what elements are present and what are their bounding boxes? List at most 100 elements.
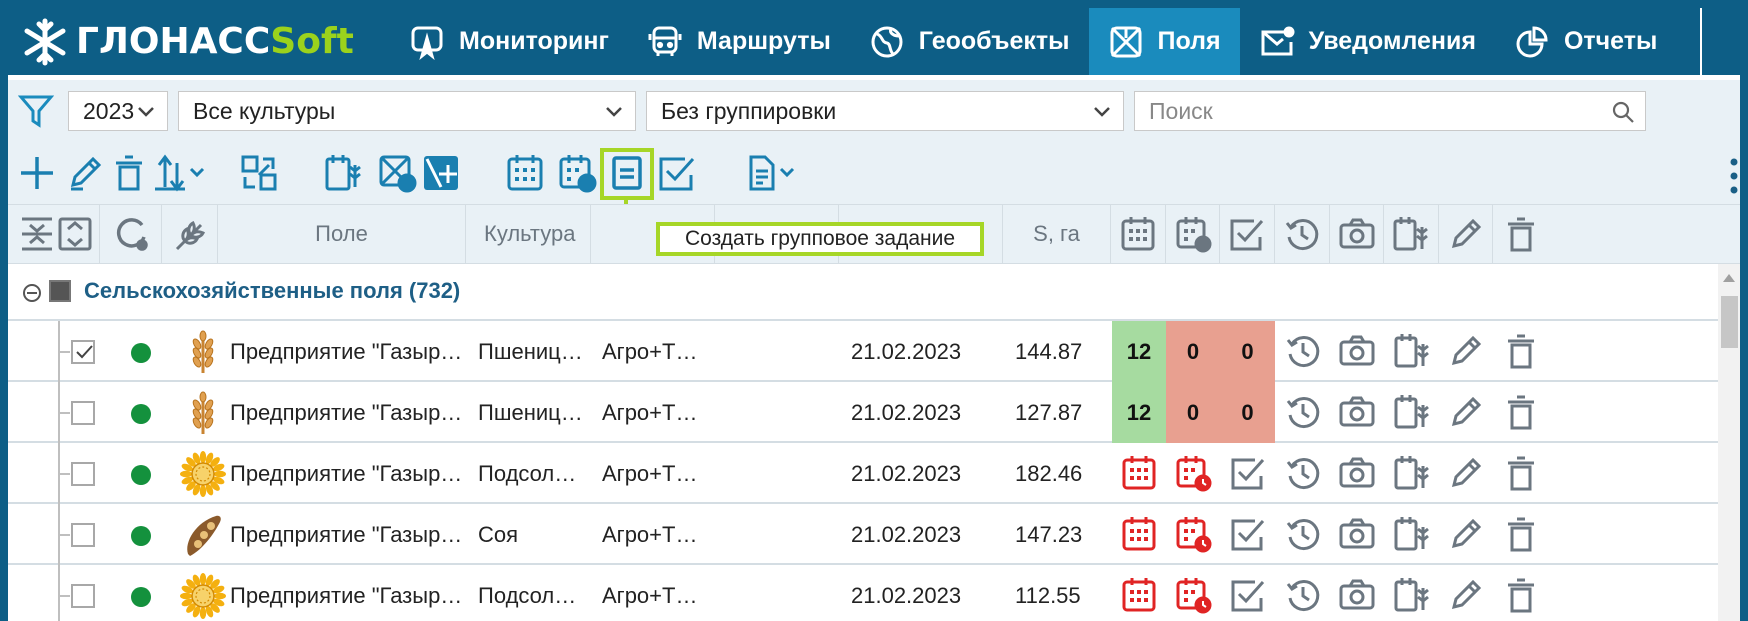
row-checkbox[interactable]: [71, 462, 95, 486]
table-row[interactable]: Предприятие "Газыр… Пшениц… Агро+Т… 21.02.2…: [8, 382, 1718, 443]
header-delete[interactable]: [1493, 205, 1549, 263]
header-rotation[interactable]: [1384, 205, 1439, 263]
calendar-icon[interactable]: [1120, 515, 1158, 553]
nav-routes[interactable]: Маршруты: [628, 8, 850, 75]
scroll-up-arrow-icon[interactable]: [1722, 272, 1736, 284]
collapse-icon[interactable]: [22, 283, 42, 303]
trash-icon[interactable]: [1502, 332, 1540, 370]
header-tasks[interactable]: [1111, 205, 1166, 263]
calendar-clock-icon[interactable]: [1174, 515, 1212, 553]
camera-icon[interactable]: [1338, 515, 1376, 553]
header-field[interactable]: Поле: [218, 205, 466, 263]
field-name-cell[interactable]: Предприятие "Газыр…: [230, 321, 466, 382]
crop-rotation-button[interactable]: [323, 153, 363, 193]
scrollbar-thumb[interactable]: [1721, 296, 1738, 348]
crop-calendar-icon[interactable]: [1393, 515, 1431, 553]
tasks-count-badge[interactable]: 12: [1112, 382, 1166, 443]
transfer-button[interactable]: [239, 153, 279, 193]
history-icon[interactable]: [1284, 454, 1322, 492]
overdue-count-badge[interactable]: 0: [1166, 321, 1220, 382]
checkbox-done-icon[interactable]: [1229, 576, 1267, 614]
export-report-button[interactable]: [745, 153, 801, 193]
nav-notifications[interactable]: Уведомления: [1240, 8, 1495, 75]
edit-button[interactable]: [65, 153, 105, 193]
row-checkbox[interactable]: [71, 401, 95, 425]
filter-icon[interactable]: [18, 93, 54, 129]
table-row[interactable]: Предприятие "Газыр… Пшениц… Агро+Т… 21.02.2…: [8, 321, 1718, 382]
nav-monitoring[interactable]: Мониторинг: [390, 8, 628, 75]
crop-calendar-icon[interactable]: [1393, 393, 1431, 431]
row-checkbox[interactable]: [71, 523, 95, 547]
pencil-icon[interactable]: [1447, 454, 1485, 492]
history-icon[interactable]: [1284, 393, 1322, 431]
history-icon[interactable]: [1284, 576, 1322, 614]
history-icon[interactable]: [1284, 515, 1322, 553]
delete-button[interactable]: [109, 153, 149, 193]
field-map-button[interactable]: [377, 153, 417, 193]
history-icon[interactable]: [1284, 332, 1322, 370]
row-checkbox[interactable]: [71, 340, 95, 364]
trash-icon[interactable]: [1502, 454, 1540, 492]
header-photo[interactable]: [1330, 205, 1384, 263]
checkbox-done-icon[interactable]: [1229, 515, 1267, 553]
pencil-icon[interactable]: [1447, 576, 1485, 614]
logo[interactable]: ГЛОНАСС Soft: [8, 8, 390, 75]
calendar-clock-icon[interactable]: [1174, 576, 1212, 614]
header-done[interactable]: [1220, 205, 1275, 263]
field-name-cell[interactable]: Предприятие "Газыр…: [230, 504, 466, 565]
crop-calendar-icon[interactable]: [1393, 454, 1431, 492]
trash-icon[interactable]: [1502, 515, 1540, 553]
plan-task-button[interactable]: [505, 153, 545, 193]
nav-reports[interactable]: Отчеты: [1495, 8, 1676, 75]
camera-icon[interactable]: [1338, 332, 1376, 370]
field-name-cell[interactable]: Предприятие "Газыр…: [230, 565, 466, 621]
calendar-icon[interactable]: [1120, 454, 1158, 492]
search-input[interactable]: Поиск: [1134, 91, 1646, 131]
camera-icon[interactable]: [1338, 576, 1376, 614]
overdue-count-badge[interactable]: 0: [1166, 382, 1220, 443]
pencil-icon[interactable]: [1447, 332, 1485, 370]
header-overdue[interactable]: [1166, 205, 1220, 263]
group-row[interactable]: Сельскохозяйственные поля (732): [8, 264, 1718, 321]
import-export-button[interactable]: [151, 153, 207, 193]
nav-more[interactable]: [1700, 8, 1740, 75]
done-count-badge[interactable]: 0: [1220, 321, 1275, 382]
add-field-button[interactable]: [421, 153, 461, 193]
nav-fields[interactable]: Поля: [1088, 8, 1240, 75]
table-row[interactable]: Предприятие "Газыр… Подсол… Агро+Т… 21.02.2…: [8, 443, 1718, 504]
overdue-task-button[interactable]: [557, 153, 597, 193]
checkbox-done-icon[interactable]: [1229, 454, 1267, 492]
crop-calendar-icon[interactable]: [1393, 332, 1431, 370]
header-status[interactable]: [100, 205, 162, 263]
trash-icon[interactable]: [1502, 576, 1540, 614]
calendar-icon[interactable]: [1120, 576, 1158, 614]
header-expand-collapse[interactable]: [8, 205, 100, 263]
header-crop[interactable]: [162, 205, 218, 263]
crop-calendar-icon[interactable]: [1393, 576, 1431, 614]
year-select[interactable]: 2023: [68, 91, 168, 131]
done-count-badge[interactable]: 0: [1220, 382, 1275, 443]
pencil-icon[interactable]: [1447, 515, 1485, 553]
table-row[interactable]: Предприятие "Газыр… Подсол… Агро+Т… 21.02.2…: [8, 565, 1718, 621]
field-name-cell[interactable]: Предприятие "Газыр…: [230, 382, 466, 443]
camera-icon[interactable]: [1338, 393, 1376, 431]
table-row[interactable]: Предприятие "Газыр… Соя Агро+Т… 21.02.2023 1…: [8, 504, 1718, 565]
nav-geoobjects[interactable]: Геообъекты: [850, 8, 1089, 75]
calendar-clock-icon[interactable]: [1174, 454, 1212, 492]
field-name-cell[interactable]: Предприятие "Газыр…: [230, 443, 466, 504]
pencil-icon[interactable]: [1447, 393, 1485, 431]
header-area[interactable]: S, га: [1003, 205, 1111, 263]
complete-task-button[interactable]: [657, 153, 697, 193]
row-checkbox[interactable]: [71, 584, 95, 608]
tasks-count-badge[interactable]: 12: [1112, 321, 1166, 382]
header-culture[interactable]: Культура: [466, 205, 591, 263]
crops-select[interactable]: Все культуры: [178, 91, 636, 131]
header-history[interactable]: [1275, 205, 1330, 263]
camera-icon[interactable]: [1338, 454, 1376, 492]
more-vertical-icon[interactable]: [1728, 156, 1740, 196]
group-checkbox[interactable]: [49, 280, 71, 302]
header-edit[interactable]: [1439, 205, 1493, 263]
grouping-select[interactable]: Без группировки: [646, 91, 1124, 131]
add-button[interactable]: [17, 153, 57, 193]
trash-icon[interactable]: [1502, 393, 1540, 431]
